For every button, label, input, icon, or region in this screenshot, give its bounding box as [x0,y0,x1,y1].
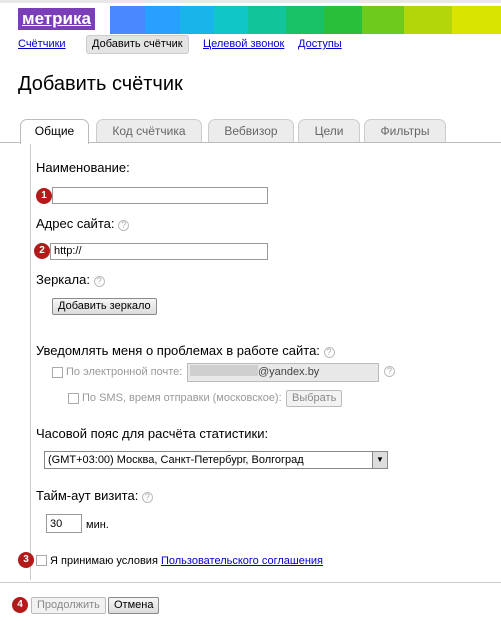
notify-label-text: Уведомлять меня о проблемах в работе сай… [36,343,320,358]
user-agreement-link[interactable]: Пользовательского соглашения [161,555,323,567]
bottom-divider [0,582,501,583]
nav-target-call-link[interactable]: Целевой звонок [203,38,284,50]
cancel-button[interactable]: Отмена [108,597,160,614]
tab-counter-code[interactable]: Код счётчика [96,119,202,142]
email-option-label: По электронной почте: [66,366,183,378]
notify-label: Уведомлять меня о проблемах в работе сай… [36,343,335,358]
site-label: Адрес сайта: ? [36,216,130,231]
timeout-label: Тайм-аут визита: ? [36,488,153,503]
timeout-label-text: Тайм-аут визита: [36,488,139,503]
help-icon[interactable]: ? [141,492,153,503]
sms-option-label: По SMS, время отправки (московское): [82,392,282,404]
marker-1: 1 [36,188,52,204]
timezone-label: Часовой пояс для расчёта статистики: [36,426,269,441]
timezone-select[interactable]: (GMT+03:00) Москва, Санкт-Петербург, Вол… [44,451,388,469]
site-label-text: Адрес сайта: [36,216,115,231]
timezone-value: (GMT+03:00) Москва, Санкт-Петербург, Вол… [48,454,304,466]
help-icon[interactable]: ? [384,366,395,377]
email-checkbox[interactable] [52,367,63,378]
nav-add-counter-active[interactable]: Добавить счётчик [86,35,189,54]
nav-counters-link[interactable]: Счётчики [18,38,66,50]
sms-choose-button[interactable]: Выбрать [286,390,343,407]
add-mirror-button[interactable]: Добавить зеркало [52,298,157,315]
agree-checkbox[interactable] [36,555,47,566]
tab-general[interactable]: Общие [20,119,89,144]
name-label: Наименование: [36,160,130,175]
email-domain: @yandex.by [258,366,320,378]
tab-webvisor[interactable]: Вебвизор [208,119,294,142]
marker-2: 2 [34,243,50,259]
sms-checkbox[interactable] [68,393,79,404]
chevron-down-icon[interactable]: ▼ [372,452,387,468]
continue-button[interactable]: Продолжить [31,597,106,614]
mirrors-label: Зеркала: ? [36,272,105,287]
agree-row: Я принимаю условия Пользовательского сог… [50,555,323,567]
timeout-input[interactable] [46,514,82,533]
help-icon[interactable]: ? [93,276,105,287]
email-input[interactable]: @yandex.by [187,363,379,382]
panel-left-border [30,142,31,580]
nav-access-link[interactable]: Доступы [298,38,342,50]
page-title: Добавить счётчик [18,73,183,95]
redacted-email [190,365,258,376]
mirrors-label-text: Зеркала: [36,272,90,287]
help-icon[interactable]: ? [118,220,130,231]
tab-goals[interactable]: Цели [298,119,360,142]
help-icon[interactable]: ? [323,347,335,358]
tab-filters[interactable]: Фильтры [364,119,446,142]
marker-4: 4 [12,597,28,613]
name-input[interactable] [52,187,268,204]
timeout-unit: мин. [86,519,109,531]
agree-text: Я принимаю условия [50,555,158,567]
marker-3: 3 [18,552,34,568]
site-url-input[interactable] [50,243,268,260]
metrika-logo[interactable]: метрика [18,8,95,30]
